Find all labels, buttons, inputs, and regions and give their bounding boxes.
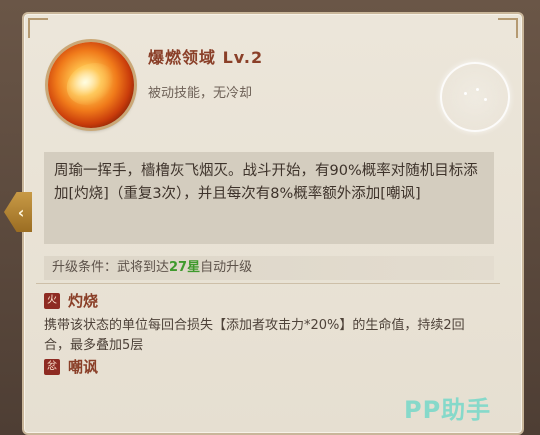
- upgrade-suffix: 自动升级: [200, 260, 253, 275]
- burn-status-icon: 火: [44, 292, 60, 309]
- status-taunt: 忿 嘲讽: [44, 356, 98, 377]
- chevron-left-icon: ‹: [17, 202, 25, 222]
- upgrade-star-value: 27星: [169, 260, 201, 275]
- upgrade-condition: 升级条件：武将到达27星自动升级: [44, 256, 494, 280]
- skill-type: 被动技能，无冷却: [148, 86, 253, 101]
- taunt-status-icon: 忿: [44, 358, 60, 375]
- skill-description: 周瑜一挥手，樯橹灰飞烟灭。战斗开始，有90%概率对随机目标添加[灼烧]（重复3次…: [44, 152, 494, 244]
- status-burn: 火 灼烧: [44, 290, 98, 311]
- corner-ornament-right: [498, 18, 518, 38]
- skill-name: 爆燃领域 Lv.2: [148, 48, 264, 67]
- status-name: 嘲讽: [68, 358, 99, 376]
- divider: [36, 283, 500, 284]
- corner-ornament-left: [28, 18, 48, 38]
- flame-orb-icon: [48, 42, 134, 128]
- sparkle-orb-icon: [440, 62, 510, 132]
- status-name: 灼烧: [68, 292, 99, 310]
- upgrade-prefix: 升级条件：武将到达: [52, 260, 170, 275]
- burn-description: 携带该状态的单位每回合损失【添加者攻击力*20%】的生命值，持续2回合，最多叠加…: [44, 318, 465, 353]
- watermark-logo: PP助手: [404, 396, 492, 424]
